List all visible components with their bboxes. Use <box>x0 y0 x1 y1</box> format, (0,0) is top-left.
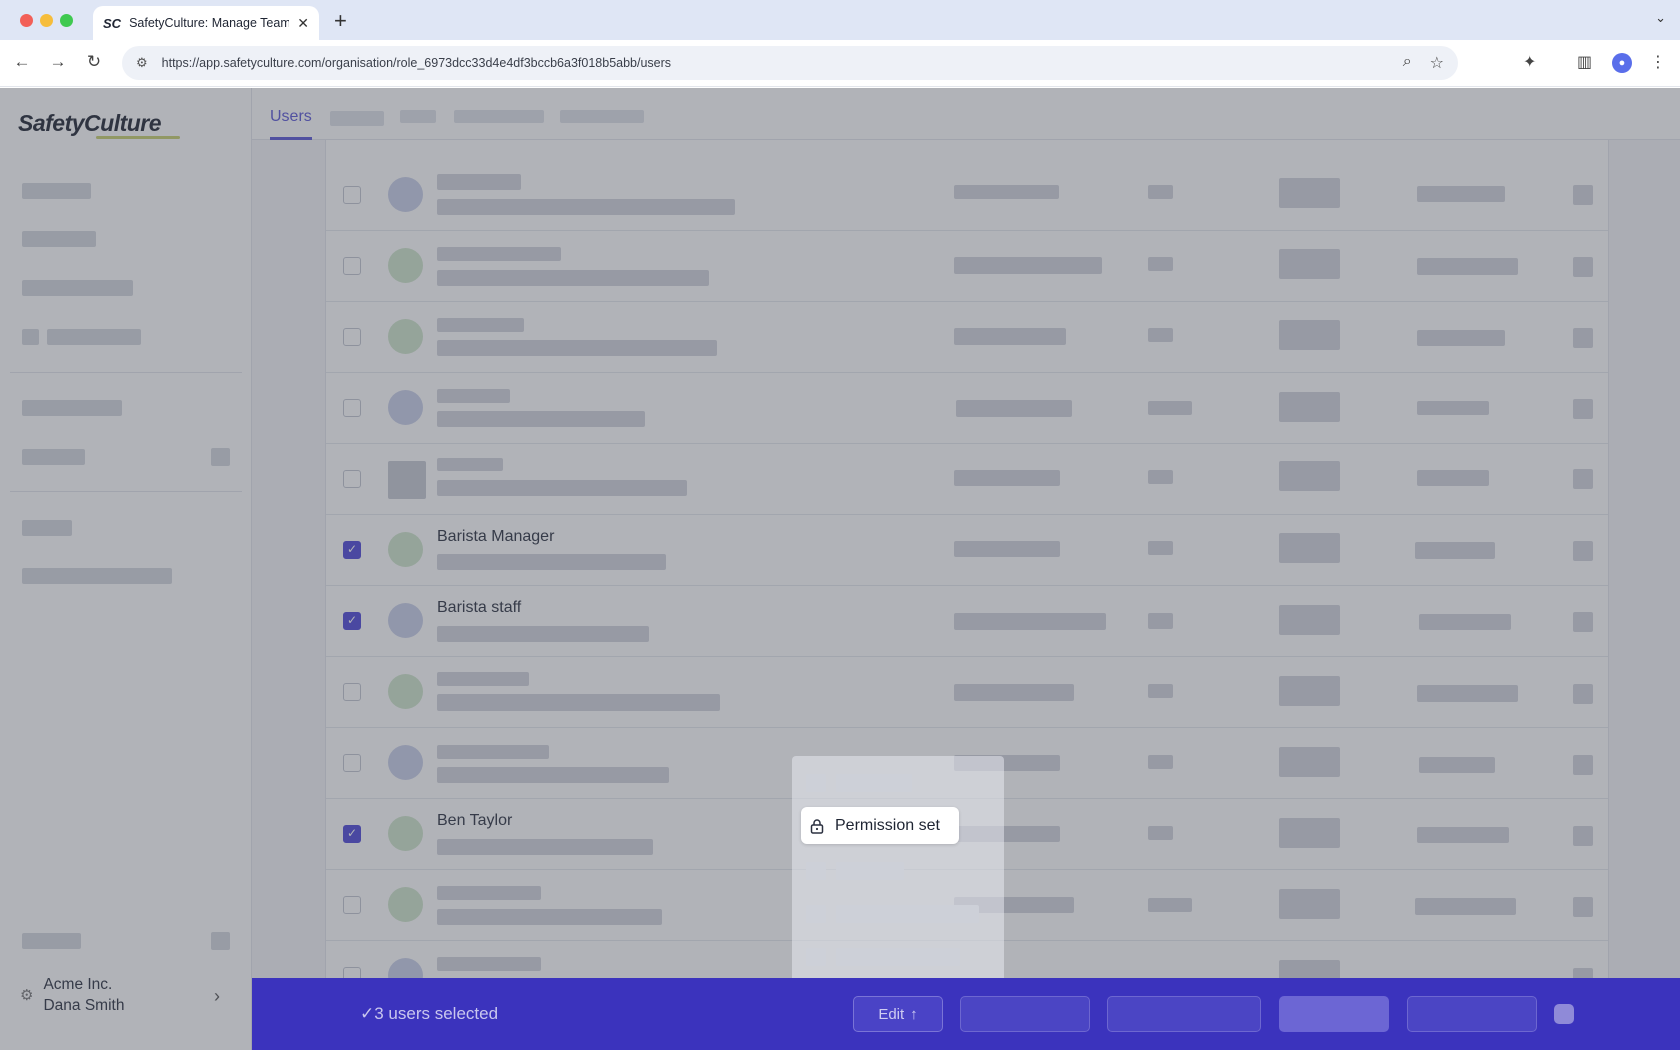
menu-item-label: Permission set <box>835 816 940 834</box>
browser-tab-strip: SC SafetyCulture: Manage Teams and... ✕ … <box>0 0 1680 40</box>
menu-item-placeholder[interactable] <box>836 948 960 966</box>
close-window-button[interactable] <box>20 14 33 27</box>
profile-avatar-icon[interactable]: ● <box>1612 53 1632 73</box>
bulk-action-bar: ✓3 users selected Edit ↑ <box>252 978 1680 1050</box>
maximize-window-button[interactable] <box>60 14 73 27</box>
back-arrow-icon[interactable]: ← <box>11 52 33 72</box>
close-selection-icon[interactable] <box>1554 1004 1574 1024</box>
zoom-icon[interactable]: ⌕ <box>1403 53 1412 73</box>
browser-tab[interactable]: SC SafetyCulture: Manage Teams and... ✕ <box>93 6 319 40</box>
bulk-action-button[interactable] <box>960 996 1090 1032</box>
menu-icon-placeholder <box>806 774 826 792</box>
edit-button-label: Edit <box>878 1005 905 1023</box>
site-settings-icon[interactable]: ⚙ <box>136 55 148 71</box>
url-text: https://app.safetyculture.com/organisati… <box>161 56 672 70</box>
browser-menu-icon[interactable]: ⋮ <box>1650 52 1666 72</box>
bulk-action-button[interactable] <box>1107 996 1261 1032</box>
menu-item-placeholder[interactable] <box>836 905 979 923</box>
address-bar[interactable]: ⚙ https://app.safetyculture.com/organisa… <box>122 46 1458 80</box>
extensions-icon[interactable]: ✦ <box>1523 52 1536 72</box>
check-icon: ✓ <box>360 1004 375 1023</box>
arrow-up-icon: ↑ <box>910 1005 918 1023</box>
menu-item-permission-set[interactable]: Permission set <box>801 807 959 844</box>
edit-button[interactable]: Edit ↑ <box>853 996 943 1032</box>
close-tab-icon[interactable]: ✕ <box>297 15 309 32</box>
side-panel-icon[interactable]: ▥ <box>1577 52 1592 72</box>
selection-count: ✓3 users selected <box>360 1004 499 1023</box>
bulk-action-button[interactable] <box>1407 996 1537 1032</box>
forward-arrow-icon[interactable]: → <box>47 52 69 72</box>
menu-item-placeholder[interactable] <box>836 774 912 792</box>
tab-title: SafetyCulture: Manage Teams and... <box>129 16 290 30</box>
minimize-window-button[interactable] <box>40 14 53 27</box>
edit-dropdown-menu <box>792 756 1004 986</box>
safetyculture-favicon-icon: SC <box>103 15 122 31</box>
lock-icon <box>810 818 824 834</box>
menu-item-placeholder[interactable] <box>836 862 904 880</box>
new-tab-icon[interactable]: + <box>334 8 347 34</box>
menu-icon-placeholder <box>806 862 826 880</box>
bulk-action-button[interactable] <box>1279 996 1389 1032</box>
browser-toolbar: ← → ↻ ⚙ https://app.safetyculture.com/or… <box>0 40 1680 87</box>
menu-icon-placeholder <box>806 948 826 966</box>
bookmark-star-icon[interactable]: ☆ <box>1430 53 1444 73</box>
chevron-down-icon[interactable]: ⌄ <box>1655 10 1666 26</box>
reload-icon[interactable]: ↻ <box>83 52 105 72</box>
menu-icon-placeholder <box>806 905 826 923</box>
